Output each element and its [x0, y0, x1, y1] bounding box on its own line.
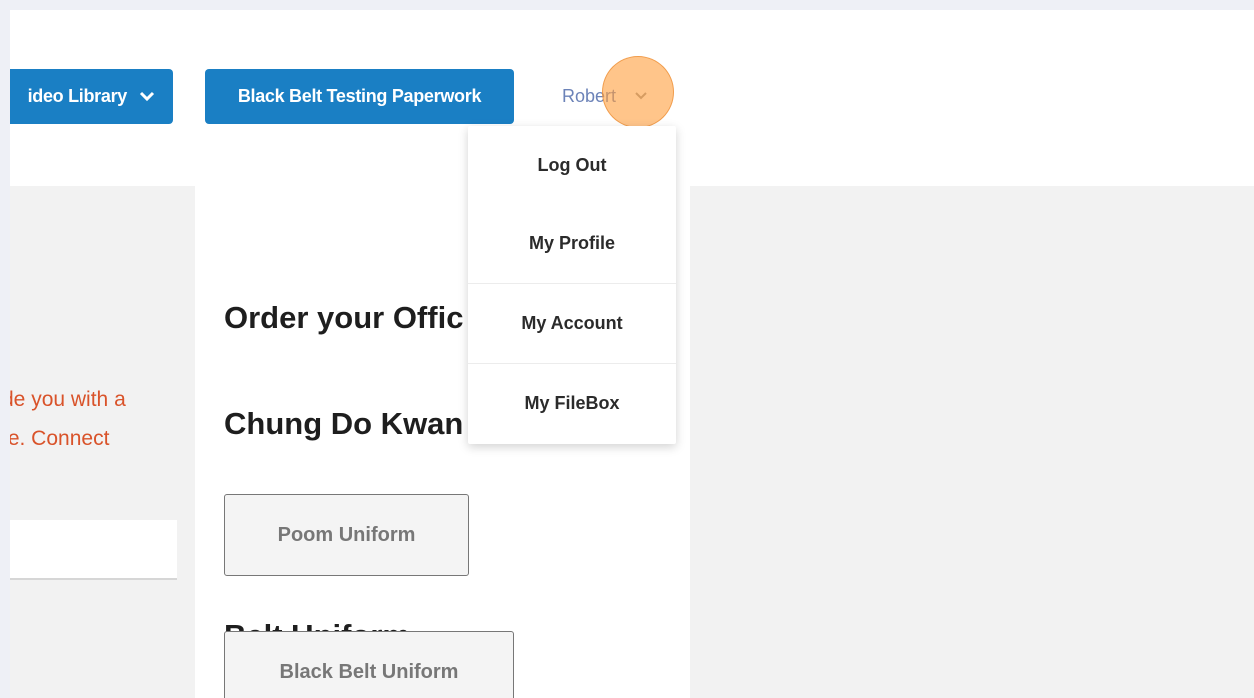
notice-line: te. Connect — [10, 427, 110, 450]
menu-item-my-profile[interactable]: My Profile — [468, 204, 676, 283]
text-field[interactable] — [10, 520, 177, 580]
menu-item-my-filebox[interactable]: My FileBox — [468, 363, 676, 443]
notice-line: de you with a — [10, 388, 126, 411]
notice-text: de you with a te. Connect — [10, 380, 126, 458]
menu-item-log-out[interactable]: Log Out — [468, 126, 676, 204]
poom-uniform-button[interactable]: Poom Uniform — [224, 494, 469, 576]
video-library-button[interactable]: ideo Library — [10, 69, 173, 124]
chevron-down-icon — [139, 86, 155, 107]
black-belt-uniform-button[interactable]: Black Belt Uniform — [224, 631, 514, 698]
menu-item-my-account[interactable]: My Account — [468, 283, 676, 363]
user-dropdown-menu: Log Out My Profile My Account My FileBox — [468, 126, 676, 444]
click-highlight — [602, 56, 674, 128]
page-frame: ideo Library Black Belt Testing Paperwor… — [10, 10, 1254, 698]
video-library-label: ideo Library — [27, 86, 128, 106]
black-belt-testing-paperwork-button[interactable]: Black Belt Testing Paperwork — [205, 69, 514, 124]
